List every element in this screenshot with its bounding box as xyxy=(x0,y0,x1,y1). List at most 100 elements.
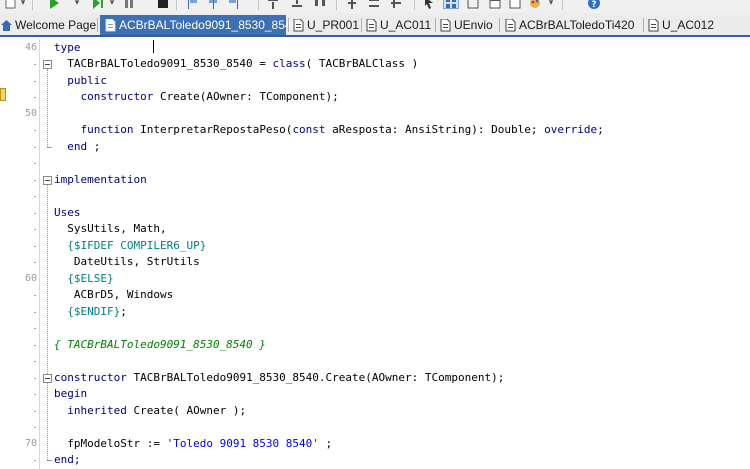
code-editor[interactable]: 46 50 60 70 type TACBrBALToledo9091_8530_85… xyxy=(0,39,750,469)
align-center-icon[interactable] xyxy=(206,0,220,9)
code-token: Create( AOwner ); xyxy=(126,403,247,417)
unit-file-icon xyxy=(648,18,659,31)
align-left-icon[interactable] xyxy=(186,0,200,9)
gutter-dot xyxy=(34,146,36,148)
tab-welcome-page[interactable]: Welcome Page xyxy=(0,15,96,35)
code-line[interactable]: TACBrBALToledo9091_8530_8540 = class( TA… xyxy=(54,56,418,73)
tab-u-pr001[interactable]: U_PR001 xyxy=(291,15,359,35)
tab-label: U_AC012 xyxy=(662,18,715,32)
code-line[interactable]: public xyxy=(54,73,107,90)
fold-toggle-icon[interactable] xyxy=(43,60,52,69)
fold-end xyxy=(47,146,52,148)
bookmark-icon[interactable] xyxy=(0,88,6,101)
palette-icon[interactable] xyxy=(528,0,544,9)
code-token: constructor xyxy=(54,370,127,384)
code-line[interactable]: type xyxy=(54,40,81,57)
code-token: type xyxy=(54,40,81,54)
code-token: function xyxy=(80,123,134,136)
code-line[interactable]: end ; xyxy=(54,139,100,156)
code-token: begin xyxy=(54,387,88,400)
send-back-icon[interactable] xyxy=(290,0,304,9)
code-token: InterpretarRepostaPeso( xyxy=(133,123,293,136)
code-line[interactable]: constructor Create(AOwner: TComponent); xyxy=(54,89,339,106)
code-area[interactable]: type TACBrBALToledo9091_8530_8540 = clas… xyxy=(40,39,750,469)
code-line[interactable]: {$ELSE} xyxy=(54,271,114,288)
code-line[interactable]: begin xyxy=(54,386,87,403)
gutter-dot xyxy=(34,410,36,412)
line-number: 50 xyxy=(24,107,37,119)
gutter-dot xyxy=(34,377,36,379)
view-unit-icon[interactable] xyxy=(508,0,522,9)
code-token: const xyxy=(292,123,326,136)
code-token: aResposta: AnsiString): Double; xyxy=(325,123,545,136)
code-token: Create(AOwner: TComponent); xyxy=(153,90,339,103)
code-token: Uses xyxy=(54,205,81,219)
code-line[interactable]: function InterpretarRepostaPeso(const aR… xyxy=(54,122,604,139)
gutter-dot xyxy=(34,64,36,65)
code-token: implementation xyxy=(54,172,147,186)
editor-tab-bar: Welcome Page ACBrBALToledo9091_8530_8540… xyxy=(0,13,750,37)
run-dropdown-icon[interactable]: ▾ xyxy=(73,0,81,9)
code-line[interactable]: inherited Create( AOwner ); xyxy=(54,403,246,420)
code-line[interactable]: fpModeloStr := 'Toledo 9091 8530 8540' ; xyxy=(54,436,332,453)
unit-file-icon xyxy=(293,18,304,31)
code-token: ; xyxy=(73,453,81,466)
new-icon[interactable] xyxy=(4,0,18,9)
fold-toggle-icon[interactable] xyxy=(43,175,52,185)
code-token: ; xyxy=(120,304,127,318)
help-icon[interactable]: ? xyxy=(586,0,602,9)
tab-u-ac011[interactable]: U_AC011 xyxy=(364,15,434,35)
align-grid-icon[interactable] xyxy=(389,0,403,9)
code-token: constructor xyxy=(80,90,154,103)
code-line[interactable]: {$IFDEF COMPILER6_UP} xyxy=(54,238,206,255)
code-line[interactable]: Uses xyxy=(54,205,81,222)
size-icon[interactable] xyxy=(367,0,381,9)
gutter-dot xyxy=(34,295,36,296)
code-token: ; xyxy=(318,436,333,450)
gutter-dot xyxy=(34,344,36,346)
code-line[interactable]: end; xyxy=(54,452,81,469)
pointer-icon[interactable] xyxy=(422,0,436,9)
tab-uenvio[interactable]: UEnvio xyxy=(438,15,498,35)
gutter-dot xyxy=(34,361,36,362)
gutter-dot xyxy=(34,196,36,197)
align-right-icon[interactable] xyxy=(226,0,240,9)
space-vertical-icon[interactable] xyxy=(345,0,359,9)
chevron-down-icon[interactable]: ▾ xyxy=(108,0,116,9)
code-token: 'Toledo 9091 8530 8540' xyxy=(166,436,319,450)
chevron-down-icon[interactable]: ▾ xyxy=(547,0,555,9)
code-line[interactable]: ACBrD5, Windows xyxy=(54,287,173,304)
code-line[interactable]: { TACBrBALToledo9091_8530_8540 } xyxy=(54,337,266,354)
code-token: TACBrBALToledo9091_8530_8540.Create(AOwn… xyxy=(126,370,505,384)
code-line[interactable]: {$ENDIF}; xyxy=(54,304,127,321)
code-token: ; xyxy=(597,123,604,136)
code-token: {$ELSE} xyxy=(67,271,114,285)
view-form-icon[interactable] xyxy=(488,0,502,9)
component-icon[interactable] xyxy=(466,0,480,9)
code-token: DateUtils, StrUtils xyxy=(54,255,200,268)
tab-label: U_AC011 xyxy=(380,18,432,32)
tab-acbrbaltoledo9091-8530-8540[interactable]: ACBrBALToledo9091_8530_8540 xyxy=(100,15,298,35)
tab-u-ac012[interactable]: U_AC012 xyxy=(646,15,750,35)
bring-front-icon[interactable] xyxy=(266,0,280,9)
gutter-dot xyxy=(34,427,36,428)
tab-label: ACBrBALToledoTi420 xyxy=(519,18,635,32)
gutter-dot xyxy=(34,311,36,313)
code-line[interactable]: DateUtils, StrUtils xyxy=(54,254,200,271)
space-horizontal-icon[interactable] xyxy=(313,0,327,9)
step-icon[interactable] xyxy=(90,0,106,9)
pause-icon[interactable] xyxy=(122,0,136,9)
run-icon[interactable] xyxy=(46,0,62,9)
grid-icon[interactable] xyxy=(443,0,459,9)
code-token: inherited xyxy=(67,403,127,417)
code-line[interactable]: implementation xyxy=(54,172,147,189)
stop-icon[interactable] xyxy=(156,0,170,9)
tab-acbrbaltoledoti420[interactable]: ACBrBALToledoTi420 xyxy=(503,15,642,35)
gutter-dot xyxy=(34,179,36,181)
fold-toggle-icon[interactable] xyxy=(43,373,52,383)
code-line[interactable]: constructor TACBrBALToledo9091_8530_8540… xyxy=(54,370,504,387)
chevron-down-icon[interactable]: ▾ xyxy=(19,0,27,9)
code-line[interactable]: SysUtils, Math, xyxy=(54,221,166,238)
